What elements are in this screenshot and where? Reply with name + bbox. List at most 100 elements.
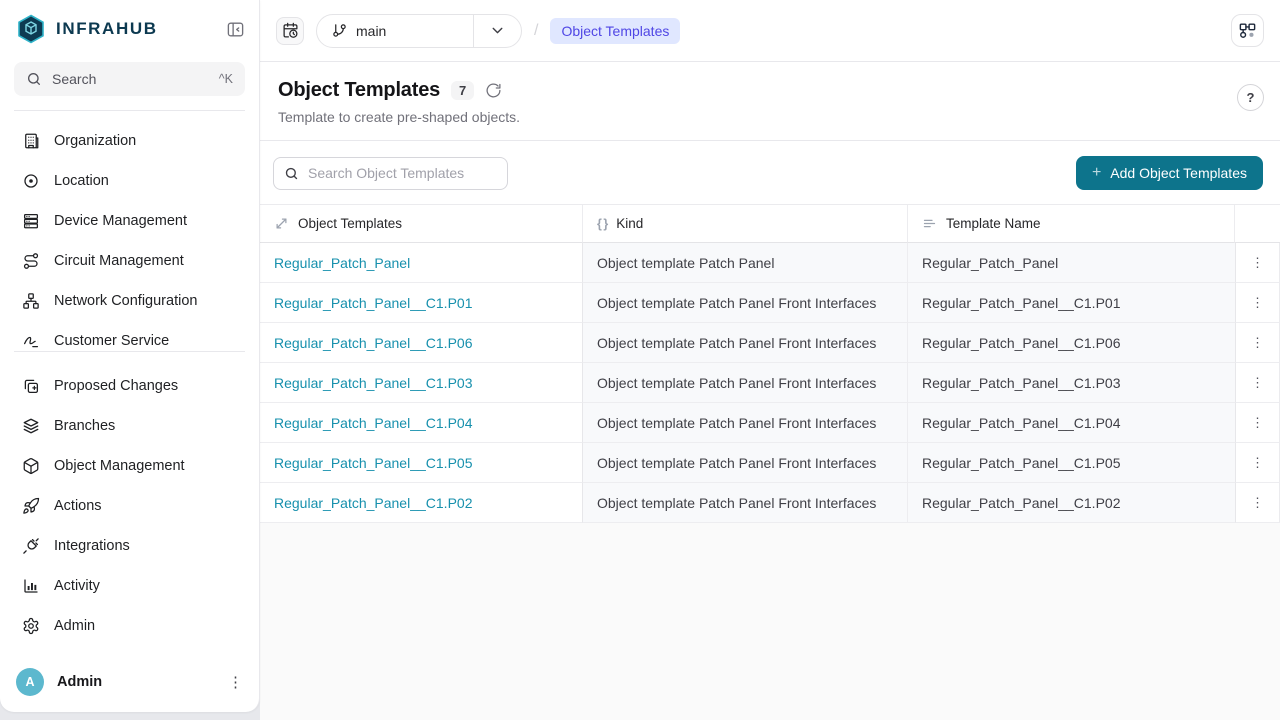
object-template-link[interactable]: Regular_Patch_Panel__C1.P05 xyxy=(274,455,472,471)
row-actions-button[interactable]: ⋮ xyxy=(1251,496,1264,509)
copy-diff-icon xyxy=(22,377,40,395)
table-row-cell-actions: ⋮ xyxy=(1235,403,1280,443)
breadcrumb-separator: / xyxy=(534,22,538,40)
column-header-object-templates[interactable]: Object Templates xyxy=(260,205,583,243)
sidebar-item-label: Location xyxy=(54,173,109,189)
branch-selector-current[interactable]: main xyxy=(317,15,473,47)
table-row-cell-actions: ⋮ xyxy=(1235,443,1280,483)
plus-icon: + xyxy=(1092,164,1101,182)
table-row-cell-kind: Object template Patch Panel Front Interf… xyxy=(583,483,908,523)
bar-chart-icon xyxy=(22,577,40,595)
table-row-cell-actions: ⋮ xyxy=(1235,283,1280,323)
row-actions-button[interactable]: ⋮ xyxy=(1251,376,1264,389)
toolbar: + Add Object Templates xyxy=(260,141,1280,204)
user-row: A Admin ⋮ xyxy=(0,656,259,712)
table-row-cell-kind: Object template Patch Panel xyxy=(583,243,908,283)
sidebar-item-label: Organization xyxy=(54,133,136,149)
cube-icon xyxy=(22,457,40,475)
network-icon xyxy=(22,292,40,310)
main-content: main / Object Templates Object xyxy=(260,0,1280,720)
table-row-cell-template-name: Regular_Patch_Panel__C1.P02 xyxy=(908,483,1235,523)
sidebar-item-label: Customer Service xyxy=(54,333,169,349)
table-row-cell-template-name: Regular_Patch_Panel xyxy=(908,243,1235,283)
table-row-cell-name: Regular_Patch_Panel xyxy=(260,243,583,283)
sidebar-item-activity[interactable]: Activity xyxy=(8,566,251,606)
sidebar-item-device-management[interactable]: Device Management xyxy=(8,201,251,241)
sidebar-collapse-button[interactable] xyxy=(226,20,245,39)
sidebar-item-location[interactable]: Location xyxy=(8,161,251,201)
kebab-icon: ⋮ xyxy=(228,674,243,691)
sidebar-item-branches[interactable]: Branches xyxy=(8,406,251,446)
table-row-cell-kind: Object template Patch Panel Front Interf… xyxy=(583,323,908,363)
object-templates-table: Object Templates { } Kind Template Name … xyxy=(260,204,1280,523)
search-icon xyxy=(26,71,42,87)
user-menu-button[interactable]: ⋮ xyxy=(228,673,243,691)
sidebar-item-object-management[interactable]: Object Management xyxy=(8,446,251,486)
object-template-link[interactable]: Regular_Patch_Panel__C1.P06 xyxy=(274,335,472,351)
column-header-template-name[interactable]: Template Name xyxy=(908,205,1235,243)
object-template-link[interactable]: Regular_Patch_Panel__C1.P03 xyxy=(274,375,472,391)
building-icon xyxy=(22,132,40,150)
table-row-cell-kind: Object template Patch Panel Front Interf… xyxy=(583,363,908,403)
schema-diagram-icon xyxy=(1238,21,1257,40)
branch-dropdown-button[interactable] xyxy=(474,15,521,47)
refresh-button[interactable] xyxy=(485,82,502,99)
sidebar-item-label: Device Management xyxy=(54,213,187,229)
text-lines-icon xyxy=(922,216,937,231)
sidebar-item-label: Circuit Management xyxy=(54,253,184,269)
count-badge: 7 xyxy=(451,81,474,100)
refresh-icon xyxy=(485,82,502,99)
sidebar-item-organization[interactable]: Organization xyxy=(8,121,251,161)
schema-visualizer-button[interactable] xyxy=(1231,14,1264,47)
sidebar-search[interactable]: Search ^K xyxy=(14,62,245,96)
object-templates-search-input[interactable] xyxy=(273,157,508,190)
column-label: Object Templates xyxy=(298,216,402,231)
sidebar-item-label: Network Configuration xyxy=(54,293,197,309)
signature-pen-icon xyxy=(22,332,40,350)
table-row-cell-actions: ⋮ xyxy=(1235,323,1280,363)
page-subtitle: Template to create pre-shaped objects. xyxy=(278,109,1262,125)
sidebar-item-label: Admin xyxy=(54,618,95,634)
column-header-kind[interactable]: { } Kind xyxy=(583,205,908,243)
sidebar-item-label: Actions xyxy=(54,498,102,514)
table-row-cell-actions: ⋮ xyxy=(1235,483,1280,523)
row-actions-button[interactable]: ⋮ xyxy=(1251,336,1264,349)
add-object-templates-button[interactable]: + Add Object Templates xyxy=(1076,156,1263,190)
row-actions-button[interactable]: ⋮ xyxy=(1251,416,1264,429)
server-icon xyxy=(22,212,40,230)
app: INFRAHUB Search ^K Organization xyxy=(0,0,1280,720)
object-template-link[interactable]: Regular_Patch_Panel__C1.P04 xyxy=(274,415,472,431)
object-template-link[interactable]: Regular_Patch_Panel__C1.P02 xyxy=(274,495,472,511)
table-row-cell-kind: Object template Patch Panel Front Interf… xyxy=(583,283,908,323)
sidebar-item-customer-service[interactable]: Customer Service xyxy=(8,321,251,351)
table-row-cell-name: Regular_Patch_Panel__C1.P06 xyxy=(260,323,583,363)
object-template-link[interactable]: Regular_Patch_Panel xyxy=(274,255,410,271)
sidebar-item-proposed-changes[interactable]: Proposed Changes xyxy=(8,366,251,406)
row-actions-button[interactable]: ⋮ xyxy=(1251,256,1264,269)
table-row-cell-name: Regular_Patch_Panel__C1.P02 xyxy=(260,483,583,523)
search-shortcut: ^K xyxy=(219,72,233,86)
object-template-link[interactable]: Regular_Patch_Panel__C1.P01 xyxy=(274,295,472,311)
sidebar-item-admin[interactable]: Admin xyxy=(8,606,251,646)
chevron-down-icon xyxy=(489,22,506,39)
calendar-clock-icon xyxy=(282,22,299,39)
help-button[interactable]: ? xyxy=(1237,84,1264,111)
user-name: Admin xyxy=(57,674,102,690)
time-travel-button[interactable] xyxy=(276,17,304,45)
sidebar-item-circuit-management[interactable]: Circuit Management xyxy=(8,241,251,281)
page-title: Object Templates xyxy=(278,79,440,102)
table-row-cell-kind: Object template Patch Panel Front Interf… xyxy=(583,403,908,443)
column-label: Kind xyxy=(616,216,643,231)
layers-icon xyxy=(22,417,40,435)
breadcrumb-object-templates[interactable]: Object Templates xyxy=(550,18,680,44)
sidebar-item-integrations[interactable]: Integrations xyxy=(8,526,251,566)
sidebar-item-label: Object Management xyxy=(54,458,185,474)
add-button-label: Add Object Templates xyxy=(1110,165,1247,181)
sidebar-nav-secondary: Proposed Changes Branches Object Managem… xyxy=(0,352,259,646)
sidebar-nav-primary: Organization Location Device Management … xyxy=(0,111,259,351)
row-actions-button[interactable]: ⋮ xyxy=(1251,296,1264,309)
table-row-cell-template-name: Regular_Patch_Panel__C1.P05 xyxy=(908,443,1235,483)
row-actions-button[interactable]: ⋮ xyxy=(1251,456,1264,469)
sidebar-item-actions[interactable]: Actions xyxy=(8,486,251,526)
sidebar-item-network-configuration[interactable]: Network Configuration xyxy=(8,281,251,321)
